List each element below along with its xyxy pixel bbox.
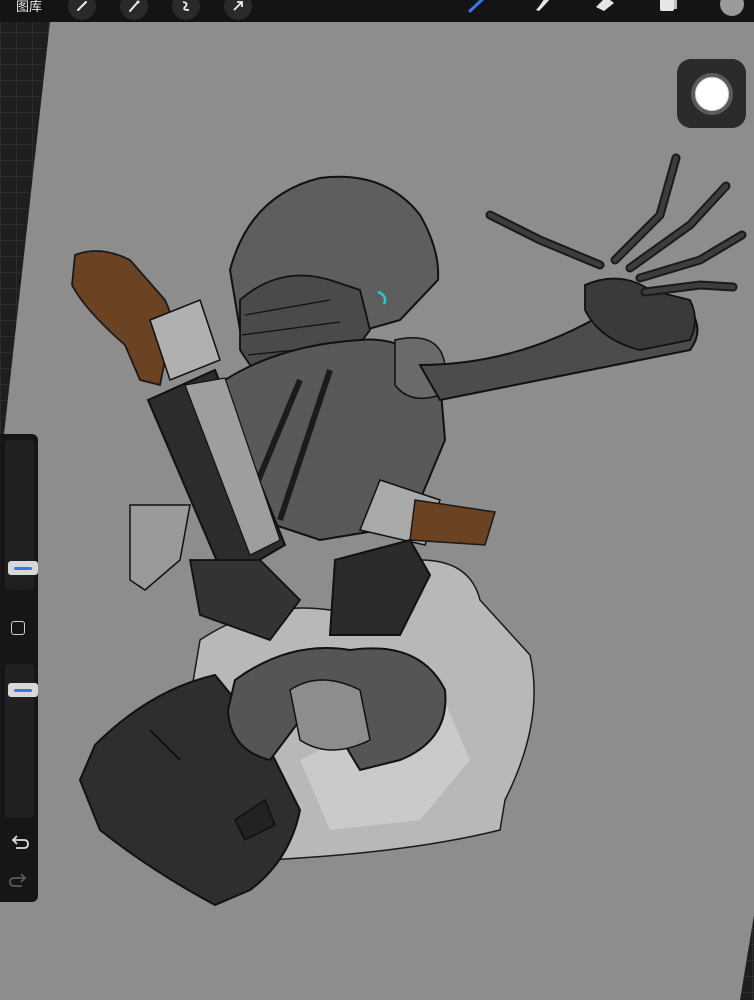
brush-icon[interactable] (466, 0, 492, 18)
opacity-slider[interactable] (5, 664, 38, 818)
smudge-icon[interactable] (530, 0, 556, 18)
left-sidebar (0, 434, 38, 902)
brush-size-slider[interactable] (5, 440, 38, 590)
artwork (71, 153, 747, 907)
brush-size-handle[interactable] (8, 561, 38, 575)
transform-icon[interactable] (224, 0, 252, 20)
color-picker-button[interactable] (720, 0, 744, 16)
wrench-icon[interactable] (68, 0, 96, 20)
redo-icon[interactable] (8, 870, 30, 890)
layers-icon[interactable] (656, 0, 682, 18)
top-toolbar: 图库 (0, 0, 754, 22)
eraser-icon[interactable] (592, 0, 618, 18)
undo-icon[interactable] (8, 832, 30, 852)
selection-icon[interactable] (172, 0, 200, 20)
quickshape-button[interactable] (677, 59, 746, 128)
record-icon (690, 72, 733, 115)
drawing-canvas[interactable] (0, 22, 754, 1000)
gallery-button[interactable]: 图库 (16, 0, 42, 15)
opacity-handle[interactable] (8, 683, 38, 697)
magic-wand-icon[interactable] (120, 0, 148, 20)
modify-button[interactable] (11, 621, 25, 635)
